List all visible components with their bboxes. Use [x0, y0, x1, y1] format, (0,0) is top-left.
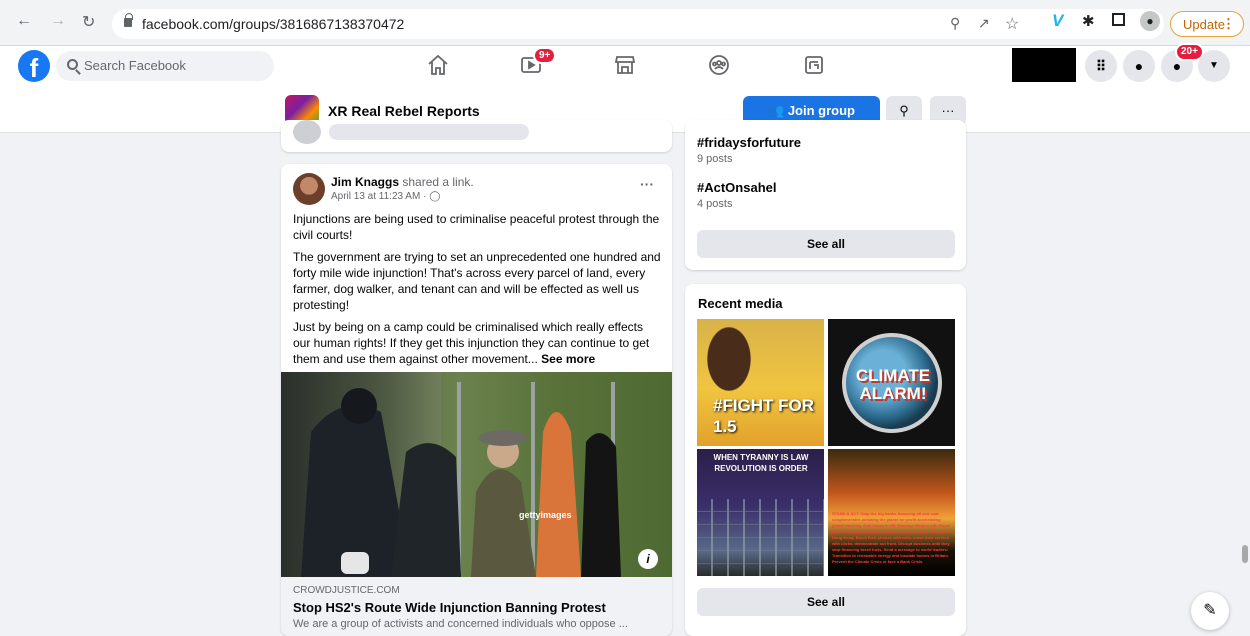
gaming-icon[interactable] [800, 53, 828, 79]
thumbnail-text: #FIGHT FOR 1.5 [713, 396, 815, 436]
profile-icon[interactable]: ● [1140, 11, 1160, 31]
forward-icon[interactable]: → [50, 12, 66, 30]
reload-icon[interactable]: ↻ [82, 12, 95, 32]
thumbnail-text-highlight: STAND & ACT: [832, 511, 860, 516]
globe-icon: ◯ [429, 191, 441, 202]
lock-icon [124, 13, 133, 27]
post-body: Injunctions are being used to criminalis… [293, 211, 663, 373]
zoom-icon[interactable]: ⚲ [950, 15, 960, 32]
getty-watermark: gettyimages [519, 510, 572, 520]
post-author-line: Jim Knaggs shared a link. [331, 175, 474, 189]
recent-media-card: Recent media #FIGHT FOR 1.5 CLIMATE ALAR… [685, 284, 966, 636]
composer-card [281, 120, 672, 152]
scrollbar-thumb[interactable] [1242, 545, 1248, 563]
update-label: Update [1183, 17, 1225, 32]
topics-see-all-button[interactable]: See all [697, 230, 955, 258]
bookmark-star-icon[interactable]: ☆ [1005, 14, 1019, 34]
address-bar[interactable]: facebook.com/groups/3816867138370472 ⚲ ↗… [112, 9, 1164, 39]
thumbnail-text: CLIMATE ALARM! [855, 366, 931, 403]
info-icon[interactable]: i [638, 549, 658, 569]
post-paragraph-text: Just by being on a camp could be crimina… [293, 320, 650, 366]
url-text[interactable]: facebook.com/groups/3816867138370472 [142, 16, 404, 32]
side-panel-icon[interactable] [1112, 13, 1125, 26]
marketplace-icon[interactable] [611, 53, 639, 79]
facebook-logo[interactable]: f [18, 50, 50, 83]
post-paragraph: The government are trying to set an unpr… [293, 250, 661, 312]
see-more-link[interactable]: See more [541, 352, 595, 366]
media-see-all-button[interactable]: See all [697, 588, 955, 616]
composer-input[interactable] [329, 124, 529, 140]
avatar[interactable] [293, 173, 325, 205]
notifications-bell-icon[interactable]: ● 20+ [1161, 43, 1204, 82]
avatar [293, 120, 321, 144]
post-timestamp[interactable]: April 13 at 11:23 AM · ◯ [331, 191, 440, 202]
post-paragraph: Injunctions are being used to criminalis… [293, 212, 660, 242]
thumbnail-text: STAND & ACT: Stop the big banks financin… [832, 511, 951, 565]
recent-media-title: Recent media [698, 296, 783, 311]
group-name[interactable]: XR Real Rebel Reports [328, 103, 480, 119]
post-paragraph: Just by being on a camp could be crimina… [293, 319, 663, 367]
search-icon [67, 59, 78, 70]
home-icon[interactable] [424, 53, 452, 79]
thumbnail-text-body: Stop the big banks financing oil and coa… [832, 511, 950, 564]
watch-icon[interactable]: 9+ [517, 47, 557, 79]
topic-count: 9 posts [697, 153, 733, 165]
search-placeholder: Search Facebook [84, 58, 186, 73]
menu-grid-icon[interactable]: ⠿ [1085, 50, 1117, 82]
link-title: Stop HS2's Route Wide Injunction Banning… [293, 600, 606, 615]
join-icon: 👥 [768, 103, 788, 118]
topic-tag[interactable]: #ActOnsahel [697, 180, 776, 195]
post-card: Jim Knaggs shared a link. April 13 at 11… [281, 164, 672, 636]
chrome-menu-icon[interactable]: ⋮ [1222, 16, 1235, 32]
extensions-puzzle-icon[interactable]: ✱ [1082, 12, 1095, 30]
messenger-icon[interactable]: ● [1123, 50, 1155, 82]
fence-image [697, 499, 824, 576]
facebook-header: f Search Facebook 9+ ⠿ ● ● 20+ ▼ [0, 43, 1250, 87]
redacted-profile-area [1012, 48, 1076, 82]
media-thumbnail[interactable]: CLIMATE ALARM! [828, 319, 955, 446]
join-group-label: Join group [787, 103, 855, 118]
media-thumbnail[interactable]: WHEN TYRANNY IS LAW REVOLUTION IS ORDER [697, 449, 824, 576]
topic-count: 4 posts [697, 198, 733, 210]
browser-toolbar: ← → ↻ facebook.com/groups/38168671383704… [0, 0, 1250, 46]
thumbnail-text: WHEN TYRANNY IS LAW REVOLUTION IS ORDER [713, 453, 809, 473]
back-icon[interactable]: ← [16, 12, 32, 30]
link-description: We are a group of activists and concerne… [293, 618, 628, 630]
account-menu-icon[interactable]: ▼ [1198, 50, 1230, 82]
link-preview[interactable]: CROWDJUSTICE.COM Stop HS2's Route Wide I… [281, 577, 672, 636]
watch-badge: 9+ [533, 47, 557, 64]
search-input[interactable]: Search Facebook [56, 51, 274, 81]
media-thumbnail[interactable]: #FIGHT FOR 1.5 [697, 319, 824, 446]
post-link-image[interactable]: gettyimages i [281, 372, 672, 577]
person-photo [699, 323, 759, 403]
post-options-button[interactable]: ··· [640, 176, 654, 192]
new-message-button[interactable]: ✎ [1191, 592, 1229, 630]
vimeo-extension-icon[interactable]: V [1052, 11, 1063, 31]
search-icon: ⚲ [899, 103, 909, 118]
groups-icon[interactable] [705, 53, 733, 79]
media-thumbnail[interactable]: STAND & ACT: Stop the big banks financin… [828, 449, 955, 576]
topic-tag[interactable]: #fridaysforfuture [697, 135, 801, 150]
protest-photo [301, 372, 672, 577]
link-domain: CROWDJUSTICE.COM [293, 585, 400, 596]
update-button[interactable]: Update ⋮ [1170, 11, 1244, 37]
share-icon[interactable]: ↗ [978, 15, 990, 32]
compose-icon: ✎ [1203, 602, 1217, 619]
timestamp-text: April 13 at 11:23 AM · [331, 191, 430, 202]
author-name[interactable]: Jim Knaggs [331, 175, 399, 189]
post-action: shared a link. [402, 175, 474, 189]
topics-card: #fridaysforfuture 9 posts #ActOnsahel 4 … [685, 120, 966, 270]
